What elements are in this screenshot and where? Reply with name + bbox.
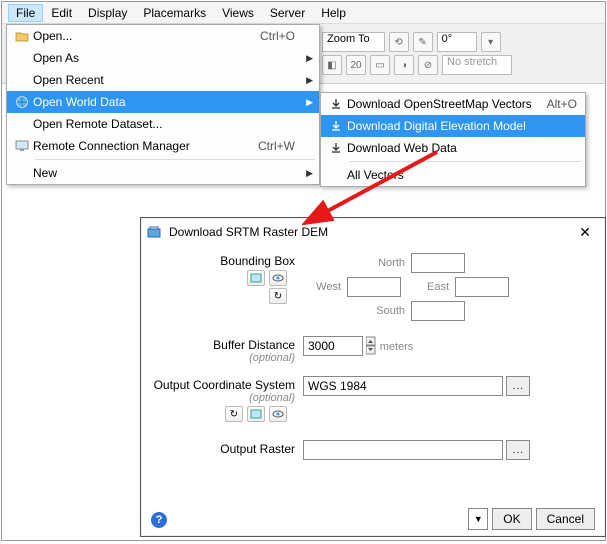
map-extent-button[interactable] <box>247 270 265 286</box>
map-crs-button[interactable] <box>247 406 265 422</box>
dialog-title: Download SRTM Raster DEM <box>169 225 569 239</box>
menu-item-open[interactable]: Open... Ctrl+O <box>7 25 319 47</box>
toolbar-button[interactable]: ▾ <box>481 32 501 52</box>
chevron-right-icon: ▶ <box>306 53 313 64</box>
toolbar-button[interactable]: 20 <box>346 55 366 75</box>
output-raster-label: Output Raster <box>153 442 295 456</box>
submenu-item-dem[interactable]: Download Digital Elevation Model <box>321 115 585 137</box>
menu-file[interactable]: File <box>8 4 43 22</box>
optional-label: (optional) <box>153 352 295 364</box>
menu-help[interactable]: Help <box>313 4 354 22</box>
close-button[interactable]: ✕ <box>569 220 601 244</box>
menu-display[interactable]: Display <box>80 4 135 22</box>
folder-open-icon <box>11 30 33 42</box>
menu-server[interactable]: Server <box>262 4 313 22</box>
view-crs-button[interactable] <box>269 406 287 422</box>
dialog-titlebar: Download SRTM Raster DEM ✕ <box>141 218 605 246</box>
toolbar-button[interactable]: ✎ <box>413 32 433 52</box>
menu-placemarks[interactable]: Placemarks <box>135 4 214 22</box>
menu-item-remote-conn-mgr[interactable]: Remote Connection Manager Ctrl+W <box>7 135 319 157</box>
browse-crs-button[interactable]: ... <box>506 376 530 396</box>
menu-item-open-as[interactable]: Open As ▶ <box>7 47 319 69</box>
toolbar-button[interactable]: ◧ <box>322 55 342 75</box>
ok-button[interactable]: OK <box>492 508 531 530</box>
west-input[interactable] <box>347 277 401 297</box>
angle-select[interactable]: 0° <box>437 32 477 52</box>
chevron-right-icon: ▶ <box>306 168 313 179</box>
refresh-button[interactable]: ↻ <box>269 288 287 304</box>
app-icon <box>145 223 163 241</box>
optional-label: (optional) <box>153 392 295 404</box>
refresh-button[interactable]: ↻ <box>225 406 243 422</box>
submenu-item-osm[interactable]: Download OpenStreetMap Vectors Alt+O <box>321 93 585 115</box>
south-label: South <box>347 305 407 317</box>
open-world-data-submenu: Download OpenStreetMap Vectors Alt+O Dow… <box>320 92 586 187</box>
cancel-button[interactable]: Cancel <box>536 508 595 530</box>
download-icon <box>325 142 347 154</box>
submenu-item-web[interactable]: Download Web Data <box>321 137 585 159</box>
view-extent-button[interactable] <box>269 270 287 286</box>
help-button[interactable]: ? <box>151 512 167 528</box>
east-input[interactable] <box>455 277 509 297</box>
east-label: East <box>411 281 451 293</box>
north-label: North <box>347 257 407 269</box>
download-srtm-dialog: Download SRTM Raster DEM ✕ Bounding Box … <box>140 217 606 537</box>
file-menu: Open... Ctrl+O Open As ▶ Open Recent ▶ O… <box>6 24 320 185</box>
download-icon <box>325 120 347 132</box>
chevron-right-icon: ▶ <box>306 97 313 108</box>
buffer-distance-label: Buffer Distance <box>153 338 295 352</box>
menu-item-new[interactable]: New ▶ <box>7 162 319 184</box>
stretch-select[interactable]: No stretch <box>442 55 512 75</box>
north-input[interactable] <box>411 253 465 273</box>
toolbar-button[interactable]: ⊘ <box>418 55 438 75</box>
options-dropdown[interactable]: ▼ <box>468 508 488 530</box>
menu-views[interactable]: Views <box>214 4 262 22</box>
toolbar-button[interactable]: ◑ <box>394 55 414 75</box>
output-crs-input[interactable] <box>303 376 503 396</box>
menu-item-open-recent[interactable]: Open Recent ▶ <box>7 69 319 91</box>
monitor-icon <box>11 140 33 152</box>
menubar: File Edit Display Placemarks Views Serve… <box>2 2 605 24</box>
buffer-distance-input[interactable] <box>303 336 363 356</box>
globe-icon <box>11 95 33 109</box>
zoom-to-select[interactable]: Zoom To <box>322 32 385 52</box>
submenu-item-all-vectors[interactable]: All Vectors <box>321 164 585 186</box>
toolbar-button[interactable]: ⟲ <box>389 32 409 52</box>
output-crs-label: Output Coordinate System <box>153 378 295 392</box>
chevron-right-icon: ▶ <box>306 75 313 86</box>
menu-item-open-world-data[interactable]: Open World Data ▶ <box>7 91 319 113</box>
meters-label: meters <box>380 341 414 353</box>
menu-edit[interactable]: Edit <box>43 4 80 22</box>
south-input[interactable] <box>411 301 465 321</box>
menu-item-open-remote[interactable]: Open Remote Dataset... <box>7 113 319 135</box>
download-icon <box>325 98 347 110</box>
browse-output-button[interactable]: ... <box>506 440 530 460</box>
bounding-box-label: Bounding Box <box>153 254 295 268</box>
toolbar-button[interactable]: ▭ <box>370 55 390 75</box>
output-raster-input[interactable] <box>303 440 503 460</box>
west-label: West <box>303 281 343 293</box>
